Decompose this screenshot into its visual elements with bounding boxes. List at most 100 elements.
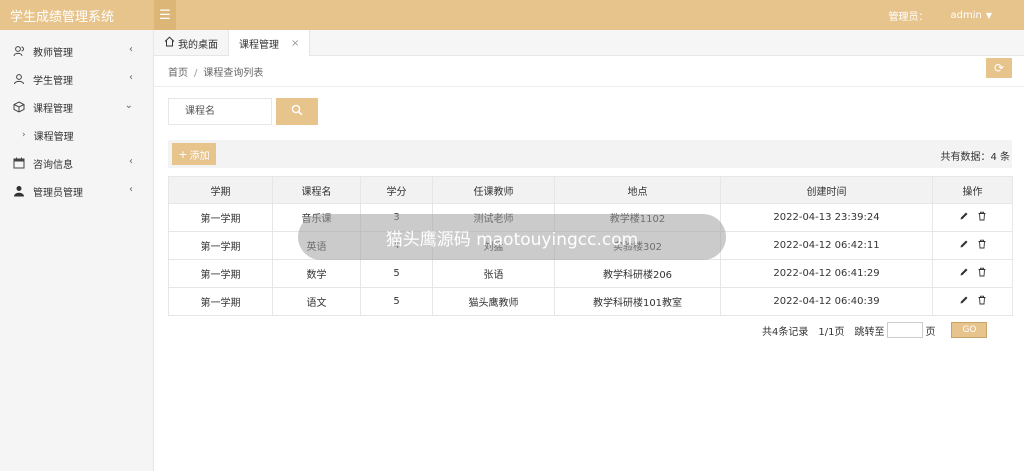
cube-icon xyxy=(11,101,27,113)
edit-icon[interactable] xyxy=(959,295,969,308)
cell-actions xyxy=(932,231,1013,260)
chevron-down-icon: ⌄ xyxy=(124,100,133,111)
chevron-left-icon: ‹ xyxy=(129,72,133,83)
sidebar-item-label: 教师管理 xyxy=(33,47,73,59)
sidebar-item-label: 课程管理 xyxy=(33,103,73,115)
cell-semester: 第一学期 xyxy=(168,231,273,260)
edit-icon[interactable] xyxy=(959,239,969,252)
cell-course-name: 英语 xyxy=(272,231,361,260)
tab-label: 我的桌面 xyxy=(178,39,218,51)
hamburger-icon: ☰ xyxy=(159,7,171,23)
pager-pages: 1/1页 xyxy=(818,326,845,338)
user-icon xyxy=(11,73,27,85)
sidebar-subitem-course-management[interactable]: › 课程管理 xyxy=(0,121,153,149)
cell-created-time: 2022-04-12 06:40:39 xyxy=(720,287,933,316)
sidebar-item-consult-info[interactable]: 咨询信息 ‹ xyxy=(0,149,153,177)
cell-credit: 4 xyxy=(360,231,433,260)
column-header: 地点 xyxy=(554,176,721,204)
cell-location: 实验楼302 xyxy=(554,231,721,260)
pager-records: 共4条记录 xyxy=(762,326,809,338)
cell-location: 教学楼1102 xyxy=(554,203,721,232)
refresh-button[interactable]: ⟳ xyxy=(986,58,1012,78)
top-bar: 学生成绩管理系统 ☰ 管理员： admin ▼ xyxy=(0,0,1024,30)
cell-teacher: 张语 xyxy=(432,259,555,288)
table-row: 第一学期 音乐课 3 测试老师 教学楼1102 2022-04-13 23:39… xyxy=(168,203,1013,232)
page-jump-input[interactable] xyxy=(887,322,924,338)
table-toolbar: + 添加 共有数据：4 条 xyxy=(168,140,1012,168)
column-header: 学分 xyxy=(360,176,433,204)
column-header: 创建时间 xyxy=(720,176,933,204)
breadcrumb-current: 课程查询列表 xyxy=(203,68,264,79)
tabs-bar: 我的桌面 课程管理 × xyxy=(154,30,1024,56)
refresh-icon: ⟳ xyxy=(993,61,1005,75)
cell-semester: 第一学期 xyxy=(168,287,273,316)
sidebar-item-teacher-management[interactable]: 教师管理 ‹ xyxy=(0,37,153,65)
cell-semester: 第一学期 xyxy=(168,259,273,288)
search-button[interactable] xyxy=(276,98,318,125)
cell-course-name: 音乐课 xyxy=(272,203,361,232)
column-header: 操作 xyxy=(932,176,1013,204)
edit-icon[interactable] xyxy=(959,267,969,280)
sidebar-item-label: 学生管理 xyxy=(33,75,73,87)
close-icon[interactable]: × xyxy=(291,38,299,49)
table-header-row: 学期 课程名 学分 任课教师 地点 创建时间 操作 xyxy=(168,176,1013,204)
sidebar-item-course-management[interactable]: 课程管理 ⌄ xyxy=(0,93,153,121)
search-icon xyxy=(291,104,303,119)
caret-down-icon: ▼ xyxy=(985,10,992,20)
sidebar-item-student-management[interactable]: 学生管理 ‹ xyxy=(0,65,153,93)
tab-label: 课程管理 xyxy=(239,39,279,51)
user-group-icon xyxy=(11,45,27,57)
cell-created-time: 2022-04-13 23:39:24 xyxy=(720,203,933,232)
table-row: 第一学期 数学 5 张语 教学科研楼206 2022-04-12 06:41:2… xyxy=(168,259,1013,288)
cell-teacher: 猫头鹰教师 xyxy=(432,287,555,316)
edit-icon[interactable] xyxy=(959,211,969,224)
total-label: 共有数据： xyxy=(940,152,991,163)
trash-icon[interactable] xyxy=(977,295,987,308)
cell-created-time: 2022-04-12 06:41:29 xyxy=(720,259,933,288)
trash-icon[interactable] xyxy=(977,267,987,280)
column-header: 学期 xyxy=(168,176,273,204)
add-button[interactable]: + 添加 xyxy=(172,143,216,165)
tab-my-desktop[interactable]: 我的桌面 xyxy=(154,30,228,56)
go-button[interactable]: GO xyxy=(951,322,988,338)
total-value: 4 条 xyxy=(990,152,1010,163)
admin-name: admin xyxy=(950,9,982,21)
cell-credit: 5 xyxy=(360,259,433,288)
cell-semester: 第一学期 xyxy=(168,203,273,232)
sidebar-item-admin-management[interactable]: 管理员管理 ‹ xyxy=(0,177,153,205)
trash-icon[interactable] xyxy=(977,239,987,252)
cell-actions xyxy=(932,287,1013,316)
table-row: 第一学期 语文 5 猫头鹰教师 教学科研楼101教室 2022-04-12 06… xyxy=(168,287,1013,316)
divider xyxy=(154,86,1024,87)
admin-role-label: 管理员： xyxy=(888,11,929,23)
menu-toggle-button[interactable]: ☰ xyxy=(154,0,176,30)
tab-course-management[interactable]: 课程管理 × xyxy=(228,30,311,56)
breadcrumb-home[interactable]: 首页 xyxy=(168,68,188,79)
home-icon xyxy=(164,36,175,50)
admin-icon xyxy=(11,185,27,197)
cell-credit: 5 xyxy=(360,287,433,316)
pagination: 共4条记录 1/1页 跳转至 页 GO xyxy=(762,322,988,338)
chevron-left-icon: ‹ xyxy=(129,184,133,195)
column-header: 任课教师 xyxy=(432,176,555,204)
sidebar-item-label: 课程管理 xyxy=(33,131,74,143)
add-button-label: 添加 xyxy=(189,150,210,162)
cell-actions xyxy=(932,259,1013,288)
table-row: 第一学期 英语 4 刘猛 实验楼302 2022-04-12 06:42:11 xyxy=(168,231,1013,260)
course-name-search-input[interactable] xyxy=(168,98,272,125)
chevron-right-icon: › xyxy=(22,130,26,140)
cell-location: 教学科研楼206 xyxy=(554,259,721,288)
cell-course-name: 语文 xyxy=(272,287,361,316)
cell-teacher: 刘猛 xyxy=(432,231,555,260)
pager-page-unit: 页 xyxy=(925,326,936,338)
trash-icon[interactable] xyxy=(977,211,987,224)
cell-location: 教学科研楼101教室 xyxy=(554,287,721,316)
admin-menu[interactable]: 管理员： admin ▼ xyxy=(889,0,993,30)
breadcrumb-separator: / xyxy=(194,68,198,79)
app-title: 学生成绩管理系统 xyxy=(10,9,115,25)
cell-course-name: 数学 xyxy=(272,259,361,288)
pager-jump-label: 跳转至 xyxy=(854,326,885,338)
plus-icon: + xyxy=(178,147,188,161)
cell-teacher: 测试老师 xyxy=(432,203,555,232)
calendar-icon xyxy=(11,157,27,169)
